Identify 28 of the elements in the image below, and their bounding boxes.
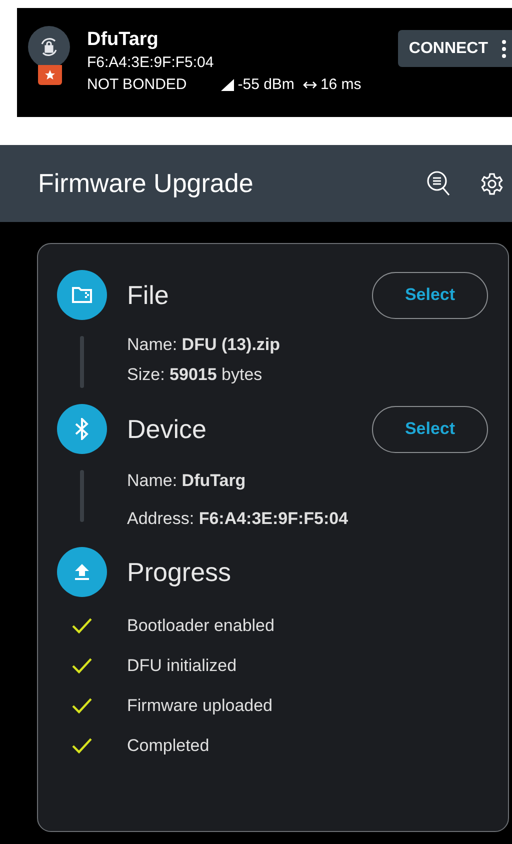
device-list-item[interactable]: DfuTarg F6:A4:3E:9F:F5:04 NOT BONDED -55 dBm 16 ms CONNECT: [17, 8, 512, 117]
step-label: Firmware uploaded: [127, 695, 273, 718]
section-title: Device: [127, 412, 206, 446]
detail-text: Address: F6:A4:3E:9F:F5:04: [127, 508, 348, 530]
lock-icon: [28, 26, 70, 68]
interval-value: 16 ms: [320, 75, 362, 95]
select-button[interactable]: Select: [372, 272, 488, 318]
bond-state: NOT BONDED: [87, 75, 187, 95]
upload-icon: [57, 547, 107, 597]
signal-icon: [220, 79, 234, 91]
settings-icon[interactable]: [480, 172, 504, 196]
section-title: File: [127, 278, 169, 312]
device-name: DfuTarg: [87, 28, 160, 52]
search-icon[interactable]: [426, 170, 452, 198]
app-bar-title: Firmware Upgrade: [38, 167, 254, 200]
step-label: Bootloader enabled: [127, 615, 274, 638]
interval-icon: [303, 80, 318, 90]
step-label: Completed: [127, 735, 210, 758]
bluetooth-icon: [57, 404, 107, 454]
step-label: DFU initialized: [127, 655, 237, 678]
rssi-value: -55 dBm: [238, 75, 294, 95]
section-title: Progress: [127, 556, 232, 588]
device-address: F6:A4:3E:9F:F5:04: [87, 53, 215, 73]
detail-text: Name: DfuTarg: [127, 470, 247, 492]
detail-text: Name: DFU (13).zip: [127, 334, 280, 356]
detail-text: Size: 59015 bytes: [127, 364, 264, 386]
select-button[interactable]: Select: [372, 406, 488, 452]
folder-icon: [57, 270, 107, 320]
